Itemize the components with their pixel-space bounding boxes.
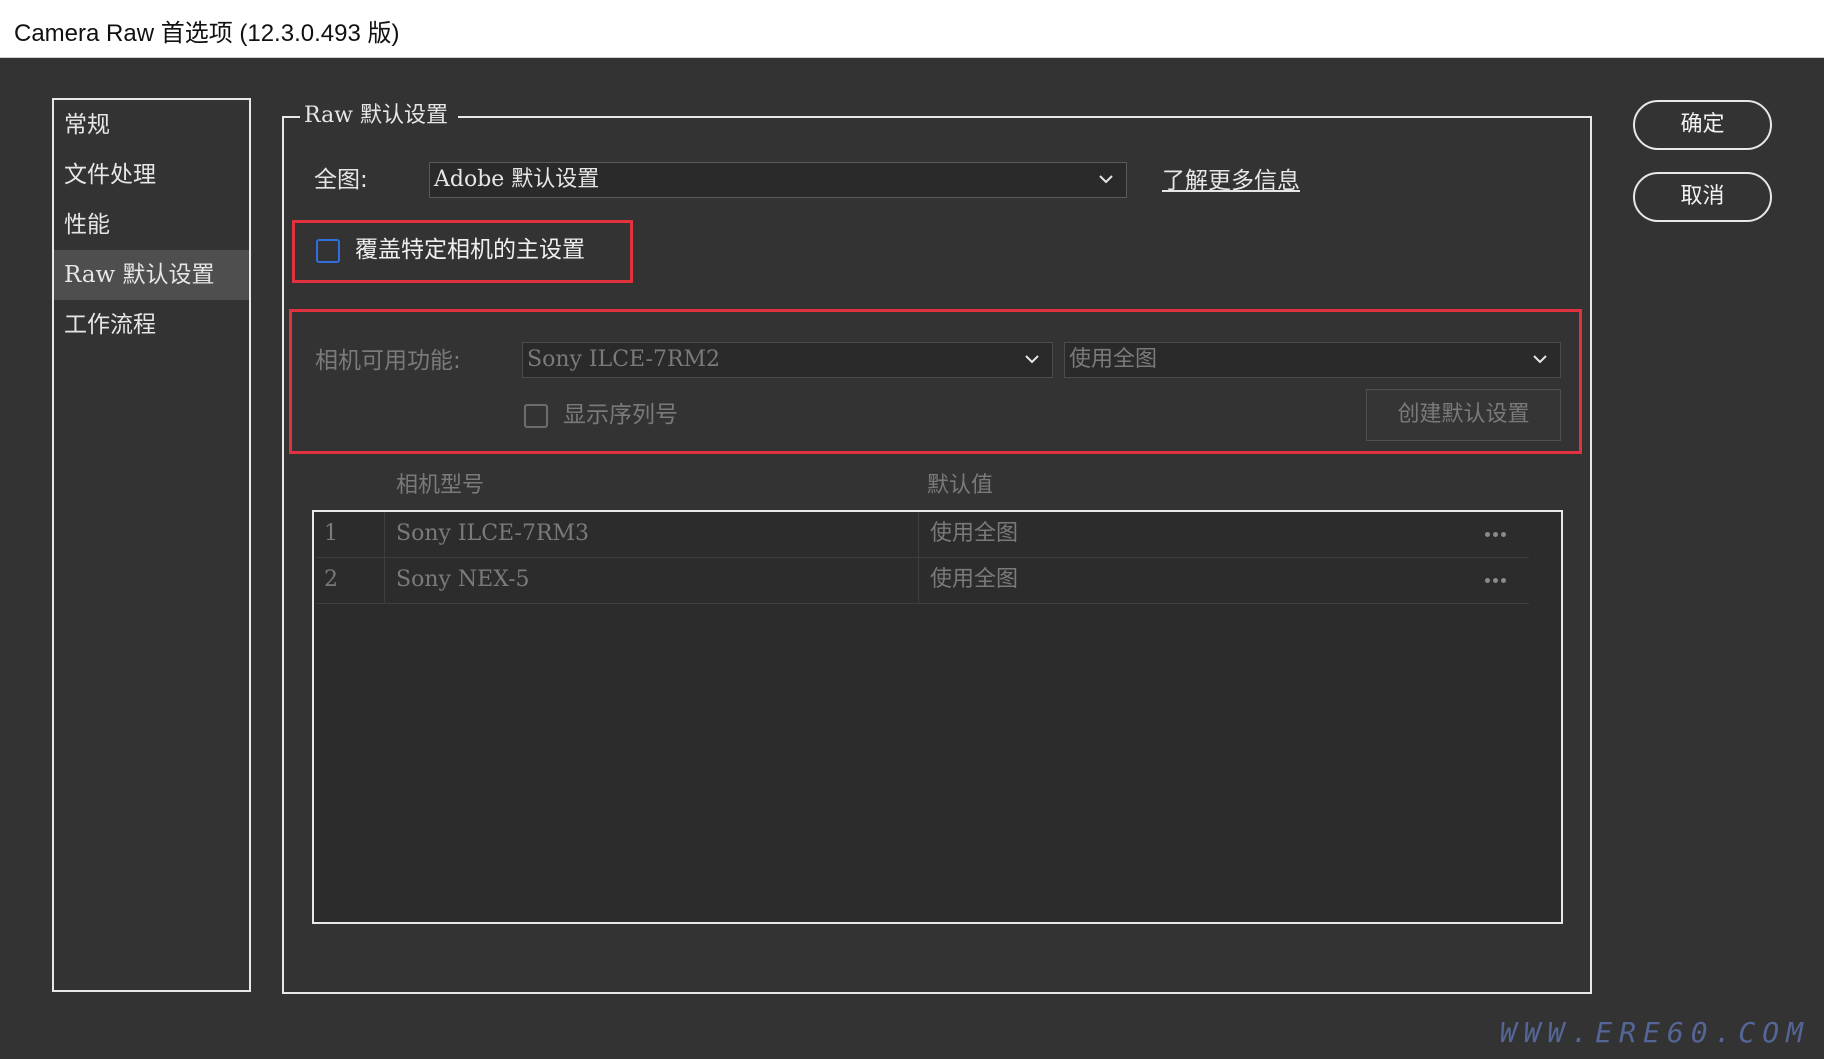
camera-defaults-table: 1 Sony ILCE-7RM3 使用全图 2 Sony NEX-5 使用全图 xyxy=(312,510,1563,924)
camera-model-select[interactable]: Sony ILCE-7RM2 xyxy=(522,342,1053,378)
table-row[interactable]: 1 Sony ILCE-7RM3 使用全图 xyxy=(316,512,1529,558)
ok-button[interactable]: 确定 xyxy=(1633,100,1772,150)
show-serial-label: 显示序列号 xyxy=(563,402,678,428)
camera-default-value: 使用全图 xyxy=(1069,347,1158,372)
column-header-default-value: 默认值 xyxy=(927,473,994,498)
override-checkbox-label: 覆盖特定相机的主设置 xyxy=(355,237,585,263)
override-checkbox[interactable] xyxy=(316,239,340,263)
learn-more-link[interactable]: 了解更多信息 xyxy=(1162,166,1300,196)
column-header-camera-model: 相机型号 xyxy=(396,473,485,498)
nav-item-performance[interactable]: 性能 xyxy=(54,200,249,250)
show-serial-checkbox[interactable] xyxy=(524,404,548,428)
global-default-value: Adobe 默认设置 xyxy=(434,167,600,192)
window-title: Camera Raw 首选项 (12.3.0.493 版) xyxy=(14,20,400,47)
sidebar-nav: 常规 文件处理 性能 Raw 默认设置 工作流程 xyxy=(52,98,251,992)
cancel-button[interactable]: 取消 xyxy=(1633,172,1772,222)
nav-item-raw-defaults[interactable]: Raw 默认设置 xyxy=(54,250,249,300)
chevron-down-icon xyxy=(1099,175,1113,184)
camera-default-select[interactable]: 使用全图 xyxy=(1064,342,1561,378)
table-row[interactable]: 2 Sony NEX-5 使用全图 xyxy=(316,558,1529,604)
more-options-icon[interactable] xyxy=(1485,512,1515,556)
nav-item-general[interactable]: 常规 xyxy=(54,100,249,150)
row-default-value: 使用全图 xyxy=(930,567,1019,592)
group-title: Raw 默认设置 xyxy=(300,102,459,130)
row-index: 1 xyxy=(324,521,338,546)
global-default-select[interactable]: Adobe 默认设置 xyxy=(429,162,1127,198)
watermark: WWW.ERE60.COM xyxy=(1499,1016,1810,1049)
camera-label: 相机可用功能: xyxy=(315,348,461,374)
title-bar: Camera Raw 首选项 (12.3.0.493 版) xyxy=(0,0,1824,58)
global-label: 全图: xyxy=(314,167,368,193)
nav-item-file-handling[interactable]: 文件处理 xyxy=(54,150,249,200)
row-default-value: 使用全图 xyxy=(930,521,1019,546)
row-camera-model: Sony ILCE-7RM3 xyxy=(396,521,590,546)
camera-model-value: Sony ILCE-7RM2 xyxy=(527,347,721,372)
row-index: 2 xyxy=(324,567,338,592)
more-options-icon[interactable] xyxy=(1485,558,1515,602)
nav-item-workflow[interactable]: 工作流程 xyxy=(54,300,249,350)
row-camera-model: Sony NEX-5 xyxy=(396,567,530,592)
chevron-down-icon xyxy=(1025,355,1039,364)
create-defaults-button[interactable]: 创建默认设置 xyxy=(1366,389,1561,441)
chevron-down-icon xyxy=(1533,355,1547,364)
preferences-dialog: 常规 文件处理 性能 Raw 默认设置 工作流程 Raw 默认设置 全图: Ad… xyxy=(0,58,1824,1059)
